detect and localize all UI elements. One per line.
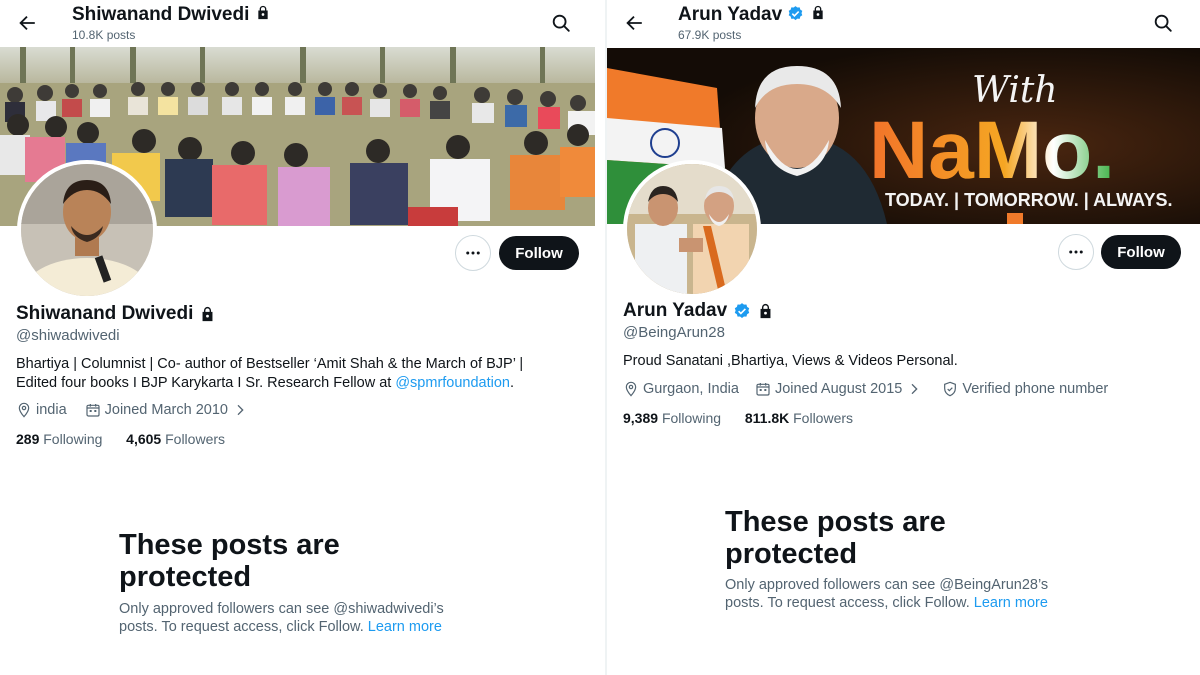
- chevron-right-icon[interactable]: [232, 402, 248, 418]
- profile-name: Arun Yadav: [623, 300, 774, 322]
- lock-icon: [760, 303, 771, 319]
- profile-panel-arun: Arun Yadav 67.9K posts With NaMo. TODAY.…: [607, 0, 1200, 675]
- profile-meta: Gurgaon, India Joined August 2015 Verifi…: [623, 381, 1108, 397]
- more-options-button[interactable]: [1058, 234, 1094, 270]
- back-arrow-icon[interactable]: [623, 12, 645, 34]
- profile-header-bar: Shiwanand Dwivedi 10.8K posts: [0, 0, 605, 47]
- header-title: Arun Yadav: [678, 4, 826, 26]
- bio-mention-link[interactable]: @spmrfoundation: [395, 375, 510, 391]
- profile-handle: @BeingArun28: [623, 324, 725, 341]
- lock-icon: [202, 306, 213, 322]
- verified-phone-label: Verified phone number: [962, 381, 1109, 397]
- calendar-icon: [86, 404, 100, 417]
- verified-badge-icon[interactable]: [733, 302, 751, 320]
- profile-name-text: Shiwanand Dwivedi: [16, 303, 194, 324]
- more-icon: [466, 251, 480, 255]
- protected-message: Only approved followers can see @shiwadw…: [119, 600, 469, 636]
- search-icon[interactable]: [1152, 12, 1174, 34]
- profile-counts: 289 Following 4,605 Followers: [16, 431, 225, 447]
- header-name: Shiwanand Dwivedi: [72, 4, 250, 25]
- profile-avatar[interactable]: [17, 160, 157, 300]
- profile-joined-date: Joined August 2015: [774, 381, 903, 397]
- profile-handle: @shiwadwivedi: [16, 327, 120, 344]
- back-arrow-icon[interactable]: [16, 12, 38, 34]
- location-icon: [18, 402, 30, 418]
- location-icon: [625, 381, 637, 397]
- calendar-icon: [756, 383, 770, 396]
- header-title: Shiwanand Dwivedi: [72, 4, 271, 26]
- profile-name: Shiwanand Dwivedi: [16, 303, 216, 325]
- more-options-button[interactable]: [455, 235, 491, 271]
- lock-icon: [257, 5, 268, 20]
- profile-counts: 9,389 Following 811.8K Followers: [623, 410, 853, 426]
- following-link[interactable]: 289 Following: [16, 431, 102, 447]
- follow-button[interactable]: Follow: [499, 236, 579, 270]
- followers-link[interactable]: 811.8K Followers: [745, 410, 853, 426]
- followers-link[interactable]: 4,605 Followers: [126, 431, 225, 447]
- bio-line: Bhartiya | Columnist | Co- author of Bes…: [16, 356, 524, 372]
- protected-title: These posts are protected: [119, 529, 340, 593]
- header-post-count: 67.9K posts: [678, 28, 742, 42]
- header-post-count: 10.8K posts: [72, 28, 136, 42]
- verified-badge-icon[interactable]: [787, 5, 804, 22]
- profile-panel-shiwanand: Shiwanand Dwivedi 10.8K posts Follow Shi…: [0, 0, 605, 675]
- shield-check-icon: [944, 381, 957, 397]
- profile-meta: india Joined March 2010: [16, 402, 248, 418]
- learn-more-link[interactable]: Learn more: [974, 595, 1048, 611]
- profile-location: Gurgaon, India: [643, 381, 739, 397]
- more-icon: [1069, 250, 1083, 254]
- banner-namo-text: NaMo.: [869, 105, 1115, 196]
- chevron-right-icon[interactable]: [906, 381, 922, 397]
- protected-message: Only approved followers can see @BeingAr…: [725, 576, 1075, 612]
- bio-text: Edited four books I BJP Karykarta I Sr. …: [16, 375, 396, 391]
- lock-icon: [813, 5, 823, 20]
- bio-text: .: [510, 375, 515, 391]
- following-link[interactable]: 9,389 Following: [623, 410, 721, 426]
- profile-avatar[interactable]: [623, 160, 761, 298]
- learn-more-link[interactable]: Learn more: [368, 619, 442, 635]
- profile-location: india: [36, 402, 67, 418]
- search-icon[interactable]: [550, 12, 572, 34]
- bio-line: Edited four books I BJP Karykarta I Sr. …: [16, 374, 596, 393]
- profile-bio: Bhartiya | Columnist | Co- author of Bes…: [16, 355, 596, 393]
- profile-header-bar: Arun Yadav 67.9K posts: [607, 0, 1200, 47]
- profile-joined-date: Joined March 2010: [104, 402, 228, 418]
- profile-name-text: Arun Yadav: [623, 300, 728, 321]
- protected-title: These posts are protected: [725, 506, 946, 570]
- profile-bio: Proud Sanatani ,Bhartiya, Views & Videos…: [623, 353, 958, 369]
- banner-tagline: TODAY. | TOMORROW. | ALWAYS.: [885, 190, 1172, 210]
- follow-button[interactable]: Follow: [1101, 235, 1181, 269]
- header-name: Arun Yadav: [678, 4, 783, 25]
